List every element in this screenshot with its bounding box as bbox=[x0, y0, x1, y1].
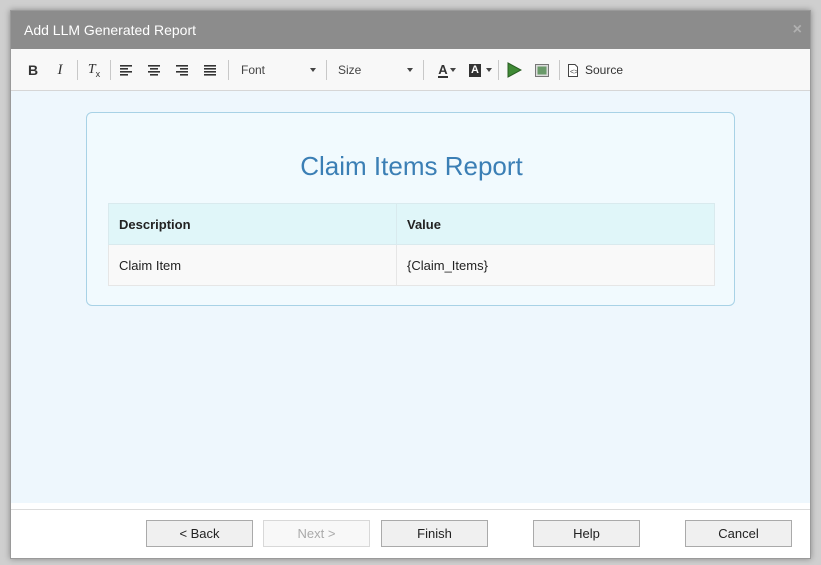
align-left-icon[interactable] bbox=[119, 59, 133, 81]
editor-toolbar: B I Tx Font Size A A <> Source bbox=[11, 49, 810, 91]
toolbar-separator bbox=[228, 60, 229, 80]
align-center-icon[interactable] bbox=[147, 59, 161, 81]
dialog-titlebar: Add LLM Generated Report × bbox=[11, 11, 810, 49]
report-title: Claim Items Report bbox=[300, 151, 523, 181]
toolbar-separator bbox=[326, 60, 327, 80]
finish-button[interactable]: Finish bbox=[381, 520, 488, 547]
table-cell: {Claim_Items} bbox=[396, 244, 715, 286]
report-card: Claim Items Report Description Value Cla… bbox=[86, 112, 735, 306]
play-icon[interactable] bbox=[505, 59, 523, 81]
dialog: Add LLM Generated Report × B I Tx Font S… bbox=[10, 10, 811, 559]
toolbar-separator bbox=[77, 60, 78, 80]
svg-text:<>: <> bbox=[570, 69, 578, 76]
toolbar-separator bbox=[559, 60, 560, 80]
source-icon: <> bbox=[568, 63, 578, 77]
chevron-down-icon bbox=[310, 68, 316, 72]
back-button[interactable]: < Back bbox=[146, 520, 253, 547]
image-icon[interactable] bbox=[534, 59, 550, 81]
toolbar-separator bbox=[110, 60, 111, 80]
dialog-title: Add LLM Generated Report bbox=[24, 22, 196, 38]
table-header-row: Description Value bbox=[108, 203, 715, 245]
remove-format-icon[interactable]: Tx bbox=[85, 59, 103, 81]
align-justify-icon[interactable] bbox=[203, 59, 217, 81]
italic-icon[interactable]: I bbox=[52, 59, 68, 81]
chevron-down-icon bbox=[407, 68, 413, 72]
column-header-value: Value bbox=[396, 203, 715, 245]
size-select[interactable]: Size bbox=[338, 60, 414, 80]
background-color-icon[interactable]: A bbox=[466, 59, 484, 81]
table-row: Claim Item {Claim_Items} bbox=[108, 244, 715, 286]
chevron-down-icon bbox=[450, 68, 456, 72]
font-select[interactable]: Font bbox=[241, 60, 321, 80]
toolbar-separator bbox=[498, 60, 499, 80]
dialog-footer: < Back Next > Finish Help Cancel bbox=[11, 509, 810, 558]
editor-area[interactable]: Claim Items Report Description Value Cla… bbox=[11, 91, 810, 503]
table-cell: Claim Item bbox=[108, 244, 397, 286]
source-button[interactable]: <> Source bbox=[567, 59, 629, 81]
align-right-icon[interactable] bbox=[175, 59, 189, 81]
chevron-down-icon bbox=[486, 68, 492, 72]
cancel-button[interactable]: Cancel bbox=[685, 520, 792, 547]
toolbar-separator bbox=[423, 60, 424, 80]
close-icon[interactable]: × bbox=[793, 11, 802, 49]
next-button[interactable]: Next > bbox=[263, 520, 370, 547]
help-button[interactable]: Help bbox=[533, 520, 640, 547]
column-header-description: Description bbox=[108, 203, 397, 245]
report-table: Description Value Claim Item {Claim_Item… bbox=[108, 203, 715, 286]
bold-icon[interactable]: B bbox=[25, 59, 41, 81]
